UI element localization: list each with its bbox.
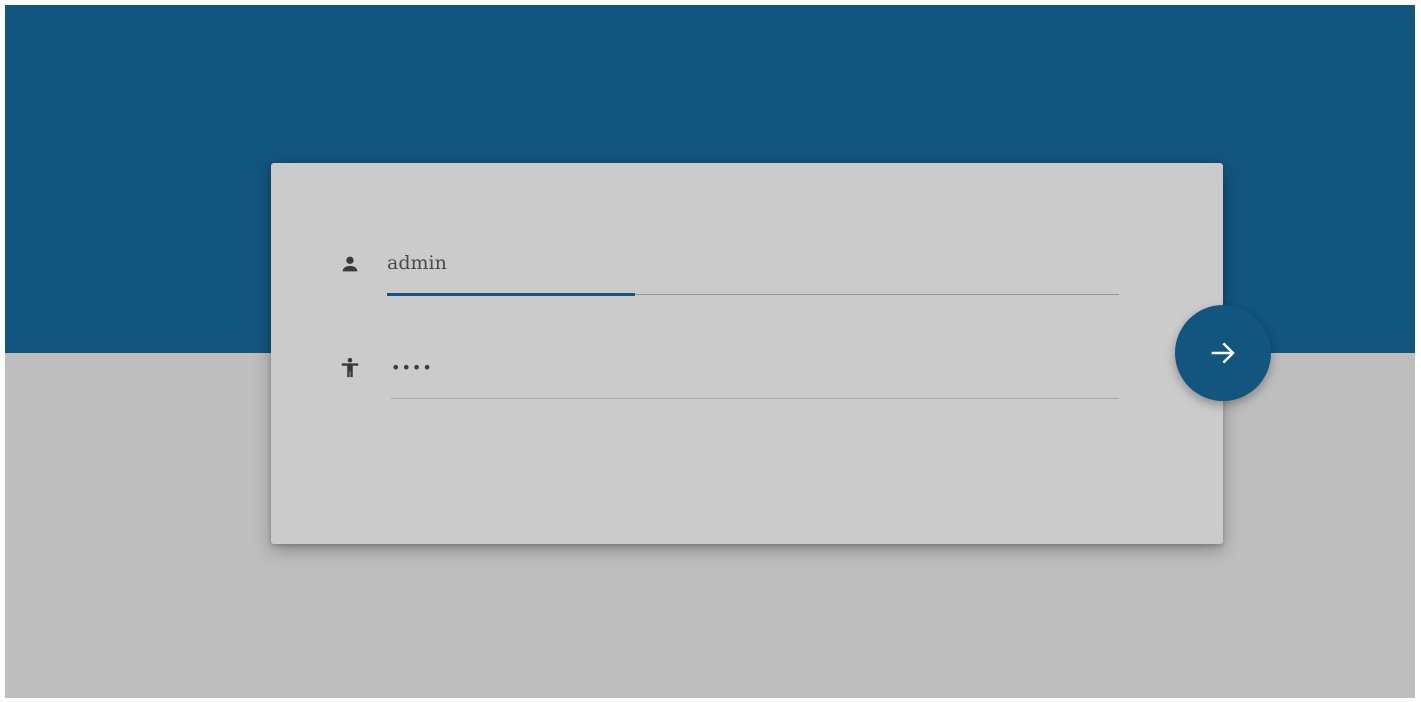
person-icon (339, 253, 361, 275)
login-submit-button[interactable] (1175, 305, 1271, 401)
password-field (333, 349, 1123, 399)
username-input[interactable] (387, 245, 1119, 281)
password-underline (391, 398, 1119, 399)
accessibility-icon (339, 357, 361, 379)
login-card (271, 163, 1223, 544)
username-field (333, 245, 1119, 296)
arrow-right-icon (1211, 342, 1235, 364)
login-page (5, 5, 1415, 698)
password-input[interactable] (391, 349, 1123, 385)
username-focus-indicator (387, 293, 635, 296)
